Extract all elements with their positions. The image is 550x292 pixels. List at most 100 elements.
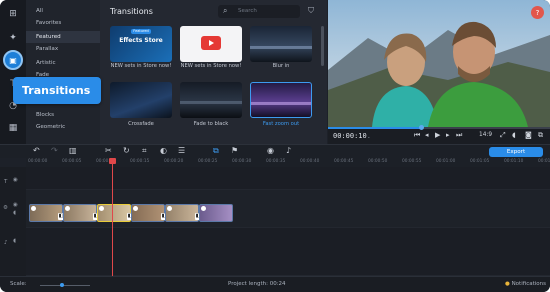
notifications-button[interactable]: ● Notifications [505, 281, 546, 287]
rotate-icon[interactable]: ↻ [123, 146, 130, 155]
video-clip[interactable] [199, 204, 233, 222]
play-badge-icon [201, 36, 221, 50]
undo-icon[interactable]: ↶ [33, 146, 40, 155]
crop-icon[interactable]: ⌗ [142, 146, 147, 156]
tile-caption: Fade to black [193, 121, 229, 127]
play-icon[interactable]: ▶ [435, 131, 440, 139]
clip-badge [99, 206, 104, 211]
tool-rail: ⊞ ✦ ▣ T ◔ ▦ [0, 0, 26, 144]
transitions-icon[interactable]: ▣ [3, 50, 23, 70]
redo-icon[interactable]: ↷ [51, 146, 58, 155]
delete-icon[interactable]: ▥ [69, 146, 77, 155]
progress-track[interactable] [328, 125, 550, 130]
search-icon: ⌕ [223, 6, 228, 15]
skip-end-icon[interactable]: ⏭ [456, 131, 462, 140]
timecode-value: 00:00:10 [333, 132, 367, 140]
video-preview[interactable]: ? [328, 0, 550, 127]
skip-start-icon[interactable]: ⏮ [414, 131, 420, 140]
cart-icon[interactable]: ⛉ [308, 6, 314, 16]
player-controls: 00:00:10. ⏮ ◂ ▶ ▸ ⏭ 14:9 ⤢ ◖ ◙ ⧉ [328, 125, 550, 144]
text-track[interactable] [26, 167, 550, 190]
export-button[interactable]: Export [489, 147, 543, 157]
video-clip[interactable] [165, 204, 199, 222]
properties-icon[interactable]: ☰ [178, 146, 185, 155]
ruler-tick: 00:01:05 [470, 159, 490, 164]
video-clip[interactable] [63, 204, 97, 222]
fade-to-black-tile[interactable] [180, 82, 242, 118]
category-parallax[interactable]: Parallax [26, 43, 100, 55]
ruler-tick: 00:00:15 [130, 159, 150, 164]
detach-icon[interactable]: ⧉ [538, 131, 543, 140]
transitions-library: Transitions ⌕ Search ⛉ Featured Effects … [100, 0, 327, 144]
timeline-ruler[interactable]: 00:00:00 00:00:05 00:00:10 00:00:15 00:00:20… [26, 158, 550, 167]
selected-video-clip[interactable] [97, 204, 131, 222]
timecode: 00:00:10. [333, 132, 371, 140]
bridge-line [180, 101, 242, 104]
marker-icon[interactable]: ⚑ [231, 146, 238, 155]
timeline-tracks: T ◉ ⚙ ◉ ◖ ◧ ◧ ◧ ◧ ◧ ♪ ◖ [0, 167, 550, 276]
close-icon[interactable]: ? [531, 6, 544, 19]
ruler-tick: 00:00:00 [28, 159, 48, 164]
category-blocks[interactable]: Blocks [26, 109, 100, 121]
overlay-icon[interactable]: ⧉ [213, 146, 219, 156]
category-geometric[interactable]: Geometric [26, 121, 100, 133]
scale-slider[interactable] [40, 283, 90, 287]
library-title: Transitions [110, 7, 153, 16]
text-track-icon: T [4, 179, 8, 185]
import-icon[interactable]: ⊞ [5, 6, 21, 22]
volume-icon[interactable]: ◖ [13, 238, 16, 244]
ruler-tick: 00:00:40 [300, 159, 320, 164]
ruler-tick: 00:00:20 [164, 159, 184, 164]
magic-wand-icon[interactable]: ✦ [5, 30, 21, 46]
cut-icon[interactable]: ✂ [105, 146, 112, 155]
ruler-tick: 00:00:35 [266, 159, 286, 164]
category-all[interactable]: All [26, 5, 100, 17]
aspect-ratio-select[interactable]: 14:9 [479, 132, 492, 138]
tile-caption: Blur in [272, 63, 290, 69]
fast-zoom-out-tile[interactable] [250, 82, 312, 118]
category-favorites[interactable]: Favorites [26, 17, 100, 29]
progress-fill [328, 127, 421, 129]
category-artistic[interactable]: Artistic [26, 57, 100, 69]
ruler-tick: 00:00:45 [334, 159, 354, 164]
video-track-icon: ⚙ [3, 205, 8, 211]
bridge-line [251, 102, 311, 105]
category-featured[interactable]: Featured [26, 31, 100, 43]
store-sets-tile[interactable] [180, 26, 242, 62]
mic-icon[interactable]: ♪ [286, 146, 291, 155]
video-track[interactable]: ◧ ◧ ◧ ◧ ◧ [26, 190, 550, 228]
eye-icon[interactable]: ◉ [13, 202, 18, 208]
crossfade-tile[interactable] [110, 82, 172, 118]
scale-label: Scale: [10, 281, 27, 287]
scale-knob[interactable] [60, 283, 64, 287]
record-icon[interactable]: ◉ [267, 146, 274, 155]
next-frame-icon[interactable]: ▸ [446, 131, 450, 139]
ruler-tick: 00:00:25 [198, 159, 218, 164]
playhead[interactable] [112, 159, 113, 276]
prev-frame-icon[interactable]: ◂ [425, 131, 429, 139]
video-track-controls: ⚙ ◉ ◖ [0, 190, 26, 228]
blur-in-tile[interactable] [250, 26, 312, 62]
category-list: All Favorites Featured Parallax Artistic… [26, 0, 100, 144]
search-input[interactable]: ⌕ Search [218, 5, 300, 18]
library-scrollbar[interactable] [321, 26, 324, 66]
progress-knob[interactable] [419, 125, 424, 130]
notifications-label: Notifications [511, 281, 546, 287]
color-icon[interactable]: ◐ [160, 146, 167, 155]
featured-badge: Featured [131, 29, 151, 34]
audio-track[interactable] [26, 228, 550, 276]
edit-toolbar: ↶ ↷ ▥ ✂ ↻ ⌗ ◐ ☰ ⧉ ⚑ ◉ ♪ Export [0, 144, 550, 158]
fullscreen-icon[interactable]: ⤢ [500, 131, 506, 140]
eye-icon[interactable]: ◉ [13, 177, 18, 183]
clip-badge [31, 206, 36, 211]
more-tools-icon[interactable]: ▦ [5, 120, 21, 136]
effects-store-label: Effects Store [119, 37, 163, 44]
snapshot-icon[interactable]: ◙ [525, 131, 532, 139]
preview-frame [328, 0, 550, 127]
volume-icon[interactable]: ◖ [512, 131, 516, 139]
tile-caption: NEW sets in Store now! [180, 63, 242, 69]
search-placeholder: Search [238, 8, 257, 14]
effects-store-tile[interactable]: Featured Effects Store [110, 26, 172, 62]
volume-icon[interactable]: ◖ [13, 210, 16, 216]
video-clip[interactable] [131, 204, 165, 222]
